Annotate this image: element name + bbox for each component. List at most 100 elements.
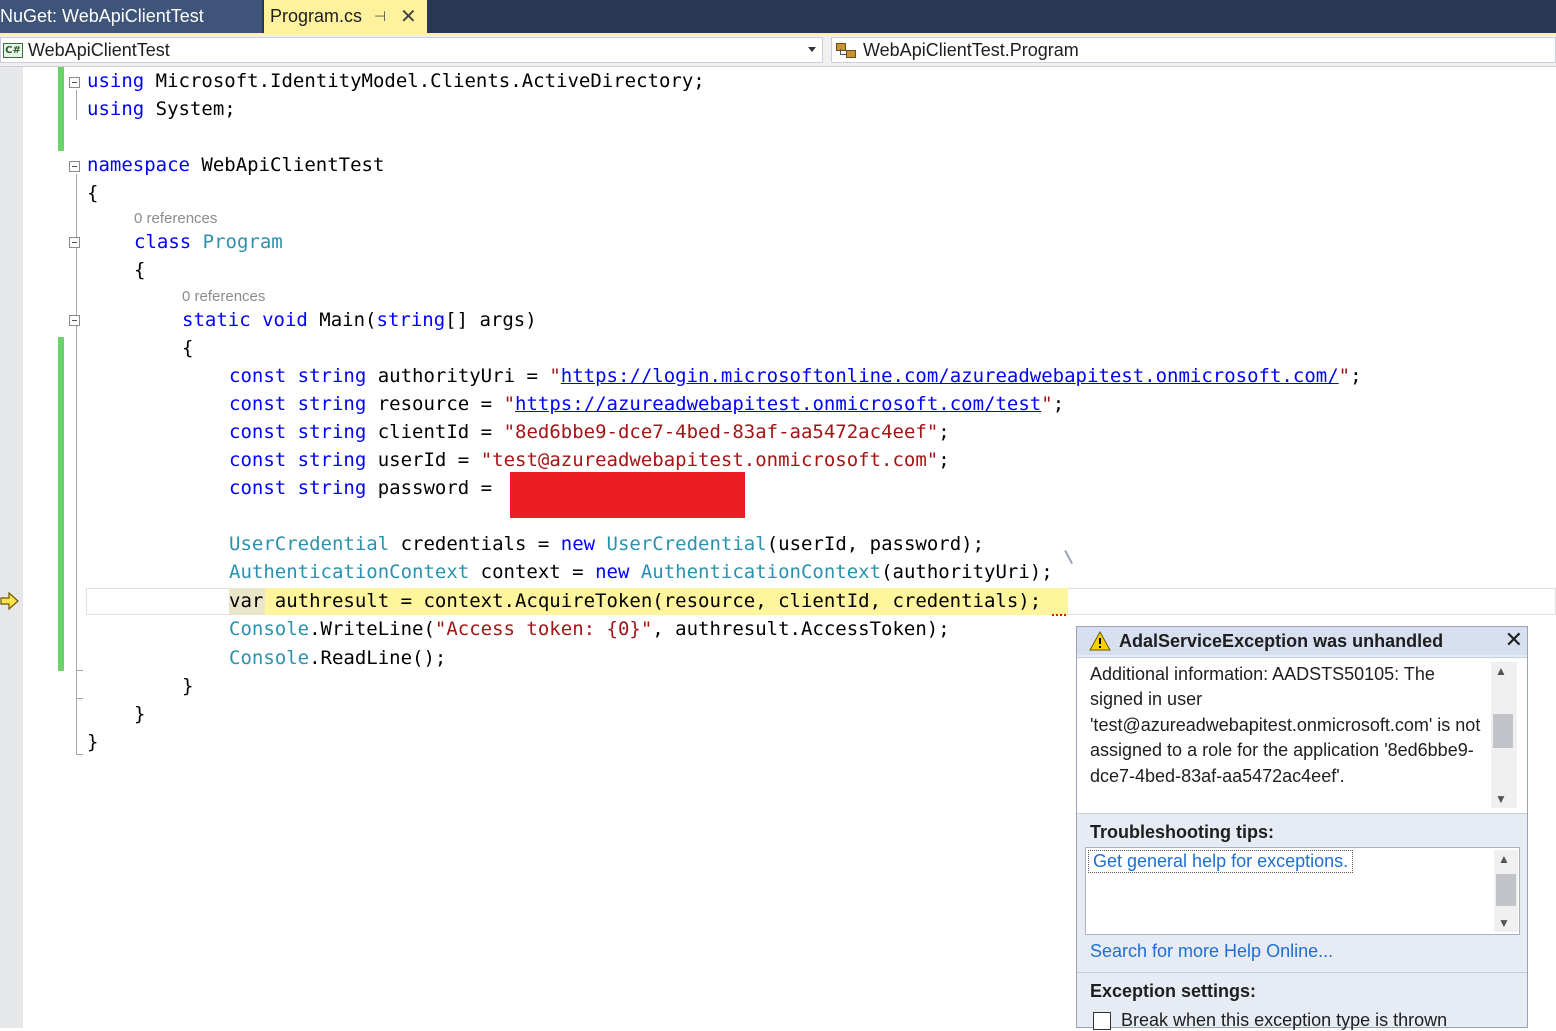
codelens-references[interactable]: 0 references	[182, 288, 265, 305]
break-when-thrown-checkbox[interactable]	[1093, 1011, 1111, 1030]
keyword: var	[229, 590, 264, 612]
scrollbar-thumb[interactable]	[1493, 714, 1513, 748]
string-literal: "Access token: {0}"	[434, 618, 653, 640]
keyword: const	[229, 421, 287, 443]
keyword: const	[229, 365, 287, 387]
code-text: .ReadLine();	[309, 647, 447, 669]
outline-guide	[76, 174, 77, 754]
code-line[interactable]: const string authorityUri = "https://log…	[229, 362, 1362, 390]
code-line[interactable]: {	[182, 334, 193, 362]
outline-guide-end	[76, 754, 83, 755]
keyword: const	[229, 393, 287, 415]
collapse-toggle[interactable]	[69, 315, 80, 326]
collapse-toggle[interactable]	[69, 77, 80, 88]
collapse-toggle[interactable]	[69, 237, 80, 248]
string-quote: "	[549, 365, 561, 387]
project-dropdown[interactable]: C# WebApiClientTest	[0, 37, 823, 63]
authority-uri-link[interactable]: https://login.microsoftonline.com/azurea…	[561, 365, 1339, 387]
type-dropdown[interactable]: WebApiClientTest.Program	[831, 37, 1556, 63]
code-text: context =	[469, 561, 596, 583]
indicator-margin[interactable]	[0, 67, 23, 1028]
code-line[interactable]: namespace WebApiClientTest	[87, 151, 384, 179]
error-squiggle	[1052, 614, 1066, 619]
keyword: const	[229, 449, 287, 471]
dropdown-arrow-icon[interactable]	[808, 47, 816, 52]
troubleshooting-tips-list[interactable]: Get general help for exceptions. ▲ ▼	[1085, 847, 1520, 935]
string-quote: "	[1338, 365, 1351, 387]
type-name: Console	[229, 647, 310, 669]
code-line[interactable]: using System;	[87, 95, 236, 123]
code-line[interactable]: const string clientId = "8ed6bbe9-dce7-4…	[229, 418, 950, 446]
code-line[interactable]: using Microsoft.IdentityModel.Clients.Ac…	[87, 67, 705, 95]
pin-icon[interactable]: ⊣	[374, 8, 386, 25]
csharp-project-icon: C#	[3, 42, 23, 58]
code-line[interactable]: static void Main(string[] args)	[182, 306, 537, 334]
change-bar	[58, 67, 64, 151]
code-line[interactable]: }	[182, 672, 193, 700]
code-line[interactable]: AuthenticationContext context = new Auth…	[229, 558, 1053, 586]
code-text: {	[87, 182, 99, 204]
scrollbar-thumb[interactable]	[1496, 874, 1516, 906]
code-text: ;	[938, 449, 950, 471]
exception-additional-information: Additional information: AADSTS50105: The…	[1090, 664, 1481, 786]
search-help-online-link[interactable]: Search for more Help Online...	[1090, 941, 1333, 962]
collapse-toggle[interactable]	[69, 161, 80, 172]
code-text: }	[182, 675, 194, 697]
type-dropdown-value: WebApiClientTest.Program	[863, 39, 1079, 60]
scroll-down-icon[interactable]: ▼	[1495, 792, 1507, 806]
tips-scrollbar[interactable]: ▲ ▼	[1494, 850, 1518, 932]
exception-assistant-popup: AdalServiceException was unhandled ✕ Add…	[1076, 626, 1528, 1030]
type-name: AuthenticationContext	[640, 561, 882, 583]
warning-icon	[1089, 631, 1111, 651]
code-line[interactable]: const string password =	[229, 474, 504, 502]
keyword: using	[87, 70, 145, 92]
keyword: string	[297, 393, 367, 415]
tab-program-label: Program.cs	[270, 6, 363, 26]
tab-nuget-webapiclienttest[interactable]: NuGet: WebApiClientTest	[0, 0, 262, 33]
code-line[interactable]: {	[87, 179, 98, 207]
code-line[interactable]: const string resource = "https://azuread…	[229, 390, 1064, 418]
code-line[interactable]: UserCredential credentials = new UserCre…	[229, 530, 984, 558]
code-line[interactable]: }	[87, 728, 98, 756]
current-statement-line[interactable]: var authresult = context.AcquireToken(re…	[229, 587, 1041, 615]
code-text: WebApiClientTest	[189, 154, 385, 176]
code-line[interactable]: }	[134, 700, 145, 728]
execution-pointer-arrow-icon[interactable]	[0, 591, 20, 611]
code-text: {	[134, 259, 146, 281]
exception-title: AdalServiceException was unhandled	[1119, 630, 1444, 651]
code-line[interactable]: class Program	[134, 228, 283, 256]
close-icon[interactable]: ✕	[1505, 627, 1523, 653]
string-literal: "test@azureadwebapitest.onmicrosoft.com"	[480, 449, 939, 471]
codelens-references[interactable]: 0 references	[134, 210, 217, 227]
general-help-link[interactable]: Get general help for exceptions.	[1088, 850, 1354, 873]
keyword: void	[262, 309, 308, 331]
keyword: string	[297, 477, 367, 499]
code-line[interactable]: {	[134, 256, 145, 284]
scroll-up-icon[interactable]: ▲	[1495, 664, 1507, 678]
type-name: Console	[229, 618, 310, 640]
code-line[interactable]: Console.WriteLine("Access token: {0}", a…	[229, 615, 950, 643]
info-scrollbar[interactable]: ▲ ▼	[1491, 662, 1517, 808]
scroll-down-icon[interactable]: ▼	[1498, 916, 1510, 930]
outline-guide	[76, 90, 77, 120]
scroll-up-icon[interactable]: ▲	[1498, 852, 1510, 866]
close-icon[interactable]: ✕	[400, 4, 417, 29]
outline-guide-end	[76, 670, 83, 671]
code-text: , authresult.AccessToken);	[652, 618, 950, 640]
string-quote: "	[1041, 393, 1053, 415]
code-text: System;	[144, 98, 236, 120]
code-line[interactable]: const string userId = "test@azureadwebap…	[229, 446, 950, 474]
tab-program-cs[interactable]: Program.cs ⊣ ✕	[264, 0, 427, 33]
keyword: string	[297, 449, 367, 471]
resource-uri-link[interactable]: https://azureadwebapitest.onmicrosoft.co…	[515, 393, 1041, 415]
tab-nuget-label: NuGet: WebApiClientTest	[0, 6, 204, 26]
exception-info-area[interactable]: Additional information: AADSTS50105: The…	[1077, 657, 1527, 814]
code-text: userId =	[366, 449, 481, 471]
code-text: {	[182, 337, 194, 359]
code-text: ;	[1052, 393, 1065, 415]
code-line[interactable]: Console.ReadLine();	[229, 644, 446, 672]
code-text: Main(	[307, 309, 377, 331]
change-bar	[58, 337, 64, 671]
code-text: ;	[938, 421, 950, 443]
code-text: clientId =	[366, 421, 504, 443]
